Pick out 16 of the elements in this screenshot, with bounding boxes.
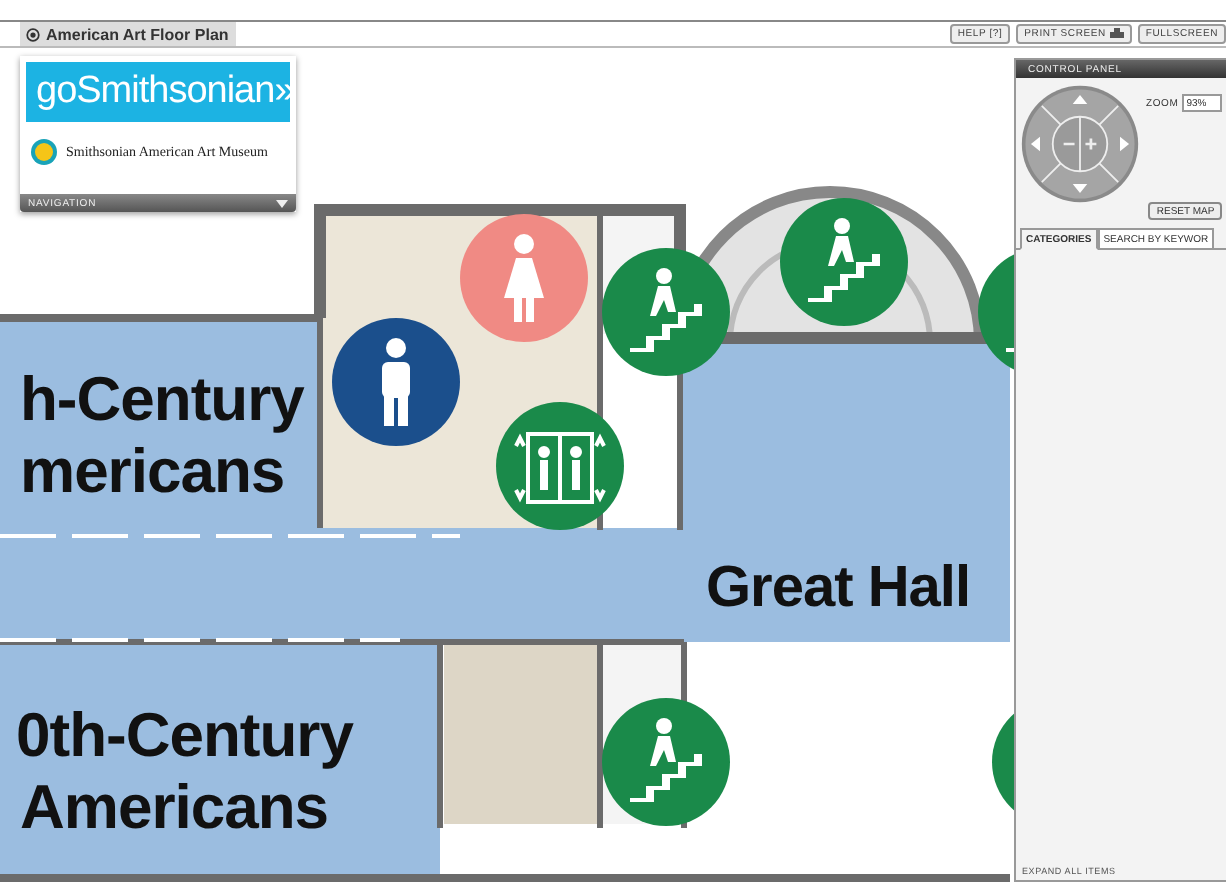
stairs-icon[interactable] xyxy=(602,248,730,376)
room-label: Americans xyxy=(20,776,329,838)
man-icon[interactable] xyxy=(332,318,460,446)
window-title: American Art Floor Plan xyxy=(46,25,229,43)
room-label: mericans xyxy=(20,440,285,502)
stairs-icon[interactable] xyxy=(780,198,908,326)
sun-icon xyxy=(30,138,58,166)
elevator-icon[interactable] xyxy=(496,402,624,530)
room-label: h-Century xyxy=(20,368,304,430)
stairs-icon[interactable] xyxy=(602,698,730,826)
room-label: Great Hall xyxy=(706,560,970,618)
printer-icon xyxy=(1109,28,1124,40)
room-label: 0th-Century xyxy=(16,704,353,766)
radio-icon xyxy=(26,27,40,41)
caret-icon xyxy=(276,199,288,207)
navigation-pad[interactable] xyxy=(1020,84,1140,204)
